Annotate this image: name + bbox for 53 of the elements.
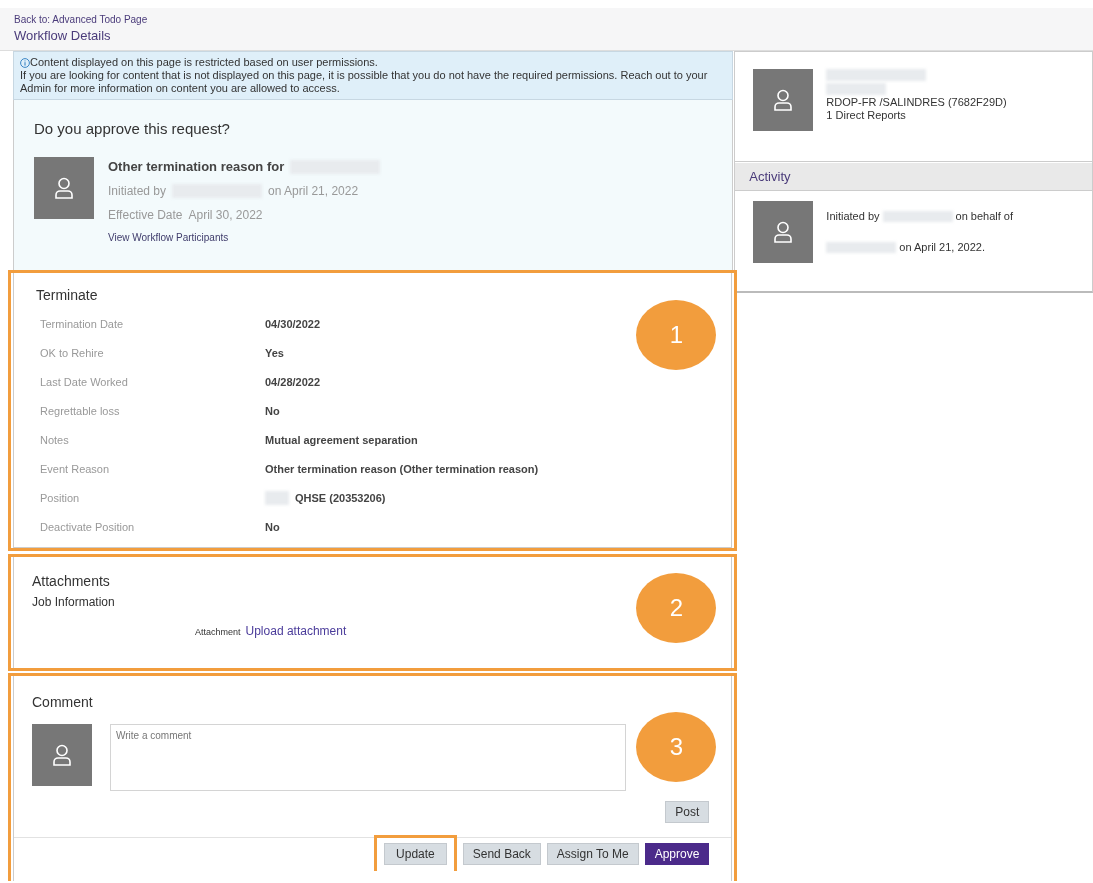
upload-link[interactable]: Upload attachment — [245, 624, 347, 638]
field-value: No — [265, 520, 280, 533]
section-title: Attachments — [32, 573, 111, 589]
field-label: Last Date Worked — [39, 375, 129, 388]
field-label: Event Reason — [39, 462, 111, 475]
activity-text: on behalf of — [955, 210, 1014, 223]
number-badge: 3 — [636, 712, 717, 782]
field-value: Yes — [265, 346, 284, 359]
action-button[interactable]: Assign To Me — [546, 843, 639, 865]
person-icon — [54, 177, 74, 199]
field-value: April 30, 2022 — [188, 208, 263, 222]
participants-link[interactable]: View Workflow Participants — [108, 232, 381, 243]
subsection-title: Job Information — [32, 595, 115, 609]
request-subject: Other termination reason for — [108, 159, 285, 174]
info-icon — [20, 58, 30, 68]
number-badge: 2 — [636, 573, 717, 643]
field-value: Other termination reason (Other termination reason) — [265, 462, 539, 475]
meta-text: on April 21, 2022 — [268, 184, 359, 198]
field-value: 04/28/2022 — [265, 375, 321, 388]
activity-text: Initiated by — [826, 210, 880, 223]
back-link[interactable]: Back to: Advanced Todo Page — [14, 14, 1079, 25]
field-value: QHSE (20353206) — [295, 491, 386, 504]
notice-text: If you are looking for content that is not displayed on this page, it is possible that you do not have the required permissions. Reach out to your Admin for more information on content you are allowed to access. — [20, 69, 709, 95]
number-badge: 1 — [636, 300, 717, 370]
profile-text: 1 Direct Reports — [826, 109, 907, 122]
activity-text: on April 21, 2022. — [899, 241, 985, 254]
person-icon — [773, 89, 794, 111]
field-label: OK to Rehire — [39, 346, 105, 359]
field-label: Termination Date — [39, 317, 125, 330]
section-title: Comment — [32, 694, 93, 710]
field-label: Deactivate Position — [39, 520, 136, 533]
field-label: Effective Date — [108, 208, 183, 222]
comment-field[interactable]: Write a comment — [110, 724, 627, 791]
question-heading: Do you approve this request? — [34, 120, 231, 137]
action-button[interactable]: Update — [384, 843, 447, 865]
field-value: No — [265, 404, 280, 417]
field-label: Regrettable loss — [39, 404, 121, 417]
notice-text: Content displayed on this page is restricted based on user permissions. — [30, 56, 378, 69]
attachment-label: Attachment — [195, 627, 241, 637]
field-value: 04/30/2022 — [265, 317, 321, 330]
person-icon — [773, 221, 794, 243]
meta-text: Initiated by — [108, 184, 167, 198]
page-title: Workflow Details — [14, 28, 112, 43]
person-icon — [52, 744, 72, 766]
field-label: Position — [39, 491, 81, 504]
action-button[interactable]: Send Back — [462, 843, 541, 865]
field-value: Mutual agreement separation — [265, 433, 418, 446]
action-button[interactable]: Approve — [644, 843, 710, 865]
field-label: Notes — [39, 433, 70, 446]
activity-header: Activity — [735, 163, 1092, 191]
section-title: Terminate — [36, 287, 99, 303]
post-button[interactable]: Post — [665, 801, 710, 823]
profile-text: RDOP-FR /SALINDRES (7682F29D) — [826, 96, 1007, 109]
